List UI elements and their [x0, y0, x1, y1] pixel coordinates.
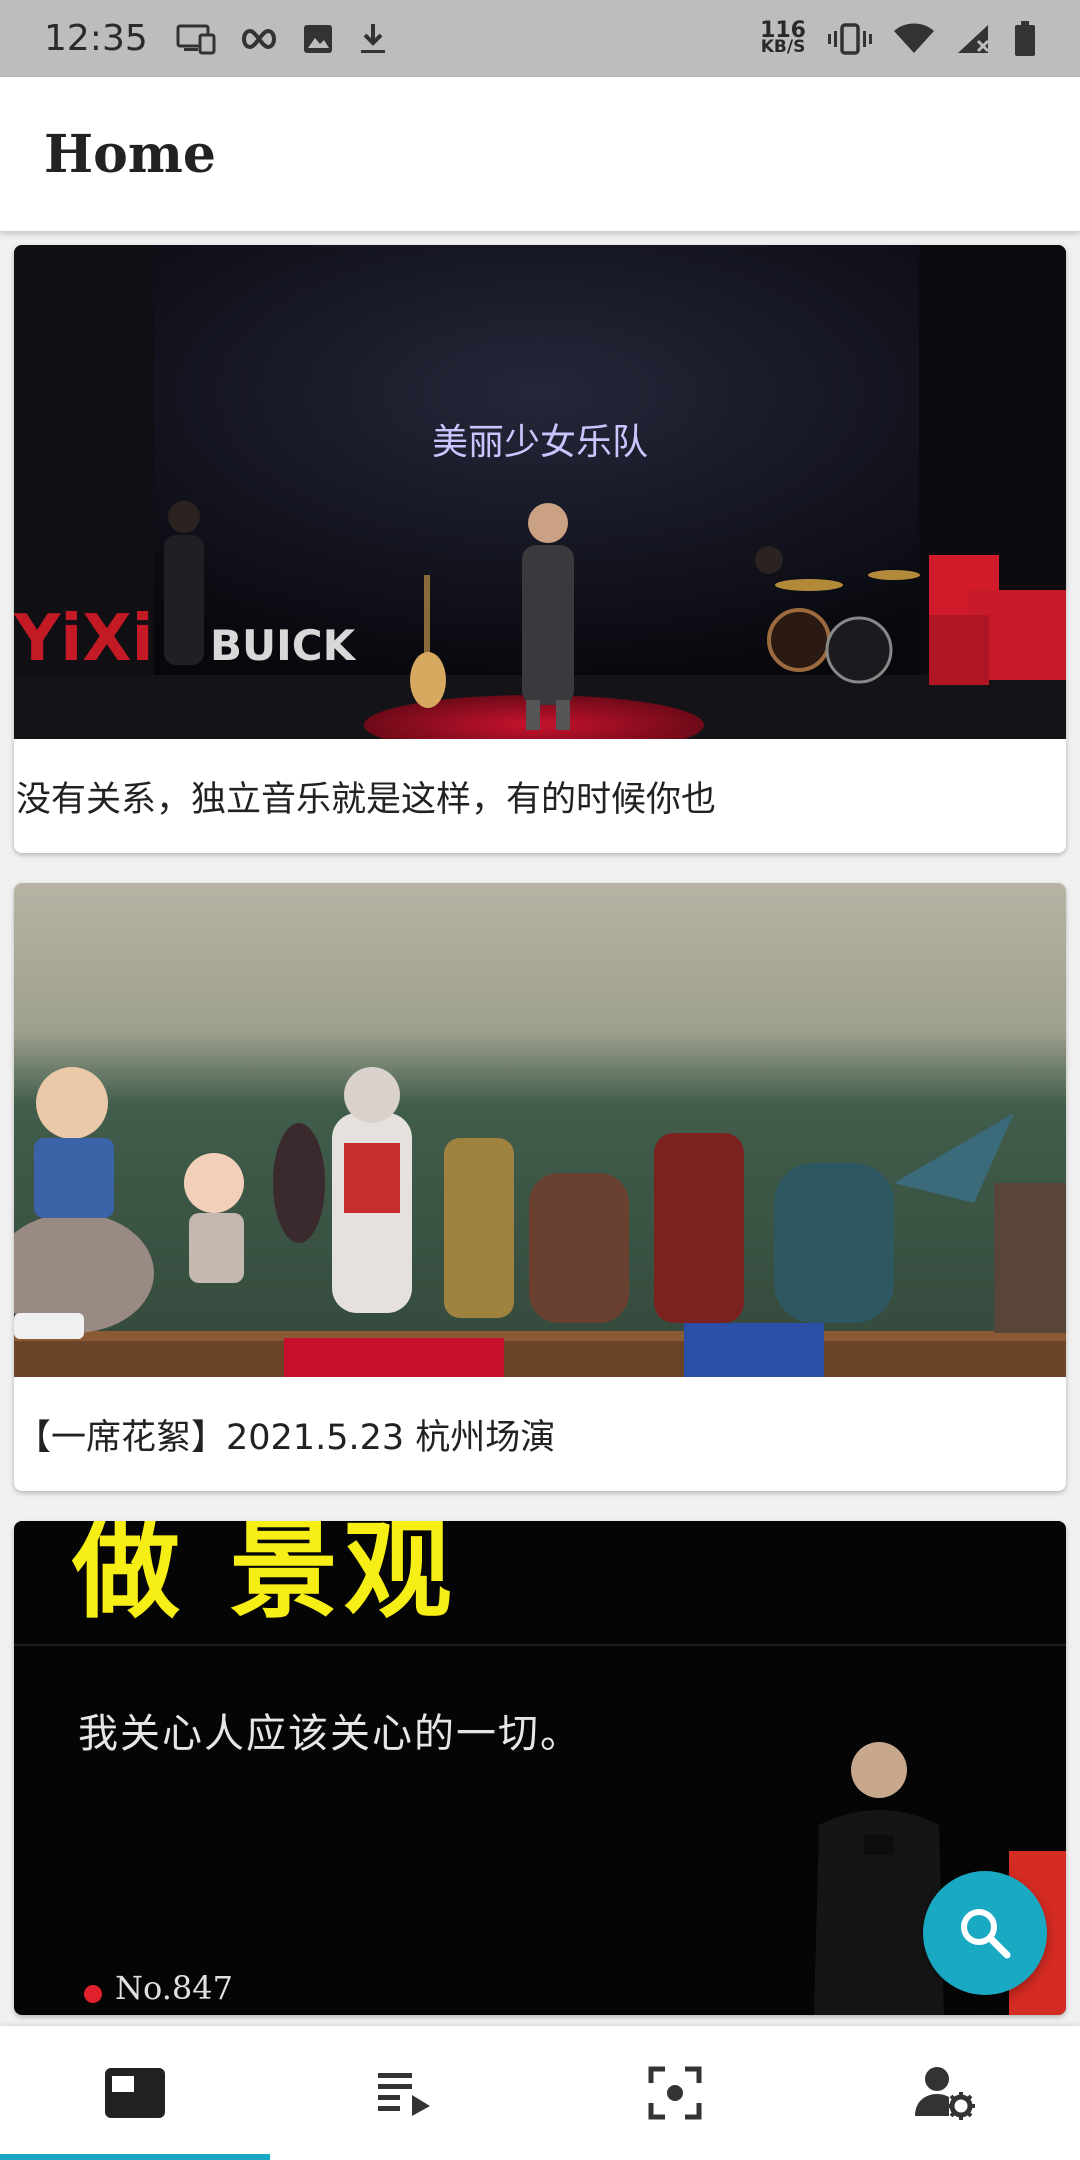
wifi-icon	[894, 23, 934, 53]
infinity-icon	[241, 28, 276, 49]
video-title[interactable]: 【一席花絮】2021.5.23 杭州场演	[14, 1377, 1066, 1491]
search-fab[interactable]	[923, 1871, 1047, 1995]
status-left-icons	[176, 22, 388, 56]
video-feed[interactable]: YiXi BUICK 美丽少女乐队 没有关系，独立音乐就是这样，有的时候你也 【…	[0, 231, 1080, 2026]
video-thumbnail[interactable]: 做 景观 我关心人应该关心的一切。 No.847	[14, 1521, 1066, 2015]
account-settings-icon	[915, 2067, 975, 2120]
stage-concert-image: YiXi BUICK	[14, 245, 1066, 739]
status-bar: 12:35 116 KB/S	[0, 0, 1080, 77]
toy-shelf-image	[14, 883, 1066, 1377]
nav-item-playlist[interactable]	[270, 2026, 540, 2160]
download-icon	[360, 23, 385, 53]
bottom-navigation	[0, 2026, 1080, 2160]
page-title: Home	[44, 123, 216, 185]
video-overlay-caption: 我关心人应该关心的一切。	[78, 1711, 582, 1757]
status-right-icons: 116 KB/S	[760, 17, 1036, 57]
video-card[interactable]: 做 景观 我关心人应该关心的一切。 No.847	[14, 1521, 1066, 2015]
image-icon	[303, 24, 332, 53]
signal-icon	[958, 24, 990, 53]
nav-item-home[interactable]	[0, 2026, 270, 2160]
stage-logo-left: YiXi	[14, 602, 154, 676]
nav-active-indicator	[0, 2154, 270, 2160]
nav-item-account[interactable]	[810, 2026, 1080, 2160]
network-speed-value: 116	[760, 17, 806, 43]
video-heading-text: 做 景观	[72, 1521, 458, 1633]
network-speed: 116 KB/S	[760, 17, 806, 57]
video-thumbnail[interactable]	[14, 883, 1066, 1377]
nav-item-scan[interactable]	[540, 2026, 810, 2160]
cast-icon	[176, 24, 216, 54]
stage-logo: BUICK	[210, 621, 357, 670]
video-title[interactable]: 没有关系，独立音乐就是这样，有的时候你也	[14, 739, 1066, 853]
episode-dot	[84, 1985, 102, 2003]
home-feed-icon	[105, 2068, 165, 2118]
episode-number: No.847	[115, 1969, 233, 2007]
playlist-icon	[378, 2073, 430, 2116]
video-overlay-caption: 美丽少女乐队	[431, 422, 648, 463]
app-bar: Home	[0, 77, 1080, 231]
video-thumbnail[interactable]: YiXi BUICK 美丽少女乐队	[14, 245, 1066, 739]
battery-icon	[1015, 20, 1035, 56]
video-card[interactable]: 【一席花絮】2021.5.23 杭州场演	[14, 883, 1066, 1491]
network-speed-unit: KB/S	[760, 36, 806, 57]
status-time: 12:35	[44, 18, 148, 59]
vibrate-icon	[828, 22, 872, 55]
search-icon	[961, 1909, 1011, 1959]
divider	[14, 1644, 1066, 1646]
scan-icon	[648, 2066, 702, 2120]
video-card[interactable]: YiXi BUICK 美丽少女乐队 没有关系，独立音乐就是这样，有的时候你也	[14, 245, 1066, 853]
